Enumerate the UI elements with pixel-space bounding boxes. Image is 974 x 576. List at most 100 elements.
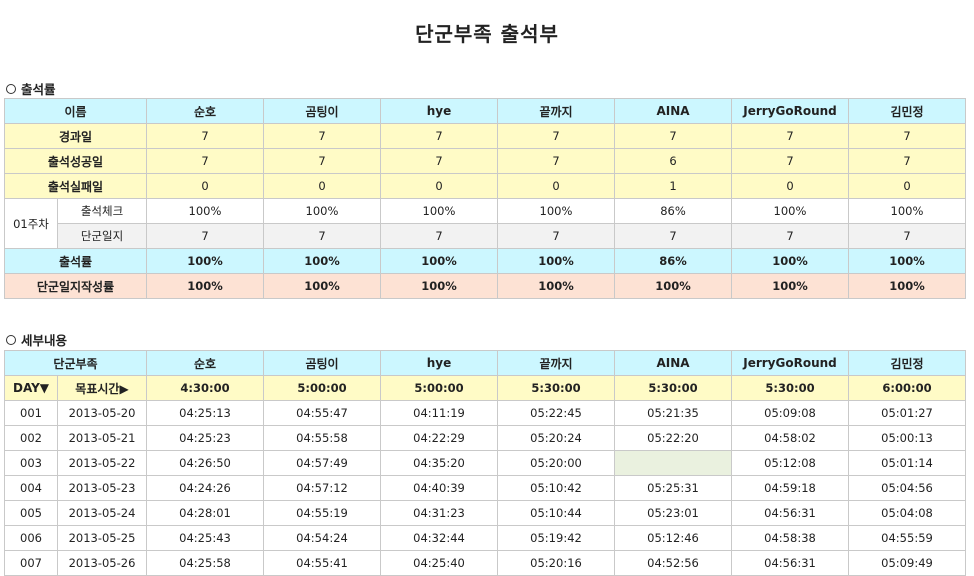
table-cell: 100% (731, 273, 849, 299)
table-cell: 100% (731, 248, 849, 274)
wake-time-cell: 04:32:44 (380, 525, 498, 551)
member-name: 김민정 (848, 350, 966, 376)
wake-time-cell: 05:23:01 (614, 500, 732, 526)
wake-time-cell: 04:25:58 (146, 550, 264, 576)
table-cell: 7 (848, 123, 966, 149)
circle-bullet-icon (6, 334, 16, 345)
day-number: 005 (4, 500, 58, 526)
table-cell: 100% (380, 198, 498, 224)
journal-rate-row: 단군일지작성률 100% 100% 100% 100% 100% 100% 10… (4, 273, 966, 299)
row-label: 단군일지작성률 (4, 273, 147, 299)
wake-time-cell: 04:55:41 (263, 550, 381, 576)
table-cell: 100% (497, 273, 615, 299)
target-time-row: DAY▼ 목표시간▶ 4:30:00 5:00:00 5:00:00 5:30:… (4, 375, 966, 401)
row-label: 출석실패일 (4, 173, 147, 199)
date-cell: 2013-05-24 (57, 500, 147, 526)
wake-time-cell: 05:21:35 (614, 400, 732, 426)
week-label: 01주차 (4, 198, 58, 249)
wake-time-cell: 05:20:16 (497, 550, 615, 576)
tribe-header: 단군부족 (4, 350, 147, 376)
target-time: 5:30:00 (497, 375, 615, 401)
table-cell: 7 (263, 148, 381, 174)
details-header-row: 단군부족 순호 곰팅이 hye 끝까지 AINA JerryGoRound 김민… (4, 350, 966, 376)
table-cell: 100% (263, 198, 381, 224)
date-cell: 2013-05-20 (57, 400, 147, 426)
wake-time-cell: 05:09:08 (731, 400, 849, 426)
table-cell: 0 (848, 173, 966, 199)
date-cell: 2013-05-23 (57, 475, 147, 501)
wake-time-cell: 04:25:43 (146, 525, 264, 551)
table-cell: 7 (731, 223, 849, 249)
table-cell: 6 (614, 148, 732, 174)
table-cell: 0 (380, 173, 498, 199)
wake-time-cell: 04:26:50 (146, 450, 264, 476)
page-title: 단군부족 출석부 (415, 22, 559, 46)
target-time: 5:30:00 (731, 375, 849, 401)
wake-time-cell: 04:58:38 (731, 525, 849, 551)
table-row: 006 2013-05-25 04:25:43 04:54:24 04:32:44 05:… (4, 525, 966, 551)
table-cell: 100% (146, 273, 264, 299)
member-name: JerryGoRound (731, 350, 849, 376)
target-time: 5:00:00 (380, 375, 498, 401)
wake-time-cell (614, 450, 732, 476)
date-cell: 2013-05-25 (57, 525, 147, 551)
table-cell: 7 (146, 223, 264, 249)
table-cell: 0 (497, 173, 615, 199)
wake-time-cell: 05:09:49 (848, 550, 966, 576)
wake-time-cell: 04:31:23 (380, 500, 498, 526)
day-number: 002 (4, 425, 58, 451)
table-cell: 100% (848, 248, 966, 274)
fail-days-row: 출석실패일 0 0 0 0 1 0 0 (4, 173, 966, 199)
table-cell: 0 (731, 173, 849, 199)
name-header: 이름 (4, 98, 147, 124)
attendance-table: 이름 순호 곰팅이 hye 끝까지 AINA JerryGoRound 김민정 … (4, 98, 966, 299)
wake-time-cell: 04:56:31 (731, 500, 849, 526)
wake-time-cell: 05:00:13 (848, 425, 966, 451)
wake-time-cell: 04:25:23 (146, 425, 264, 451)
wake-time-cell: 04:55:58 (263, 425, 381, 451)
attendance-section-title: 출석률 (21, 82, 56, 97)
circle-bullet-icon (6, 83, 16, 94)
table-cell: 7 (848, 148, 966, 174)
wake-time-cell: 05:22:45 (497, 400, 615, 426)
member-name: 순호 (146, 98, 264, 124)
wake-time-cell: 04:24:26 (146, 475, 264, 501)
day-sort-button[interactable]: DAY▼ (4, 375, 58, 401)
table-cell: 7 (497, 148, 615, 174)
wake-time-cell: 05:12:08 (731, 450, 849, 476)
table-cell: 100% (614, 273, 732, 299)
row-label: 출석성공일 (4, 148, 147, 174)
wake-time-cell: 04:40:39 (380, 475, 498, 501)
target-time: 4:30:00 (146, 375, 264, 401)
table-cell: 0 (263, 173, 381, 199)
wake-time-cell: 04:57:49 (263, 450, 381, 476)
wake-time-cell: 05:19:42 (497, 525, 615, 551)
success-days-row: 출석성공일 7 7 7 7 6 7 7 (4, 148, 966, 174)
table-row: 003 2013-05-22 04:26:50 04:57:49 04:35:20 05:… (4, 450, 966, 476)
wake-time-cell: 05:22:20 (614, 425, 732, 451)
date-cell: 2013-05-22 (57, 450, 147, 476)
date-cell: 2013-05-26 (57, 550, 147, 576)
table-cell: 100% (380, 273, 498, 299)
day-number: 003 (4, 450, 58, 476)
wake-time-cell: 04:59:18 (731, 475, 849, 501)
attendance-rate-row: 출석률 100% 100% 100% 100% 86% 100% 100% (4, 248, 966, 274)
table-cell: 100% (146, 248, 264, 274)
wake-time-cell: 04:57:12 (263, 475, 381, 501)
attendance-header-row: 이름 순호 곰팅이 hye 끝까지 AINA JerryGoRound 김민정 (4, 98, 966, 124)
table-row: 007 2013-05-26 04:25:58 04:55:41 04:25:40 05:… (4, 550, 966, 576)
wake-time-cell: 05:20:24 (497, 425, 615, 451)
member-name: 끝까지 (497, 350, 615, 376)
member-name: 김민정 (848, 98, 966, 124)
day-number: 007 (4, 550, 58, 576)
wake-time-cell: 05:04:08 (848, 500, 966, 526)
row-label: 경과일 (4, 123, 147, 149)
table-cell: 100% (146, 198, 264, 224)
table-cell: 7 (146, 148, 264, 174)
wake-time-cell: 05:04:56 (848, 475, 966, 501)
wake-time-cell: 04:25:13 (146, 400, 264, 426)
table-cell: 0 (146, 173, 264, 199)
wake-time-cell: 04:22:29 (380, 425, 498, 451)
table-cell: 7 (380, 223, 498, 249)
wake-time-cell: 05:25:31 (614, 475, 732, 501)
